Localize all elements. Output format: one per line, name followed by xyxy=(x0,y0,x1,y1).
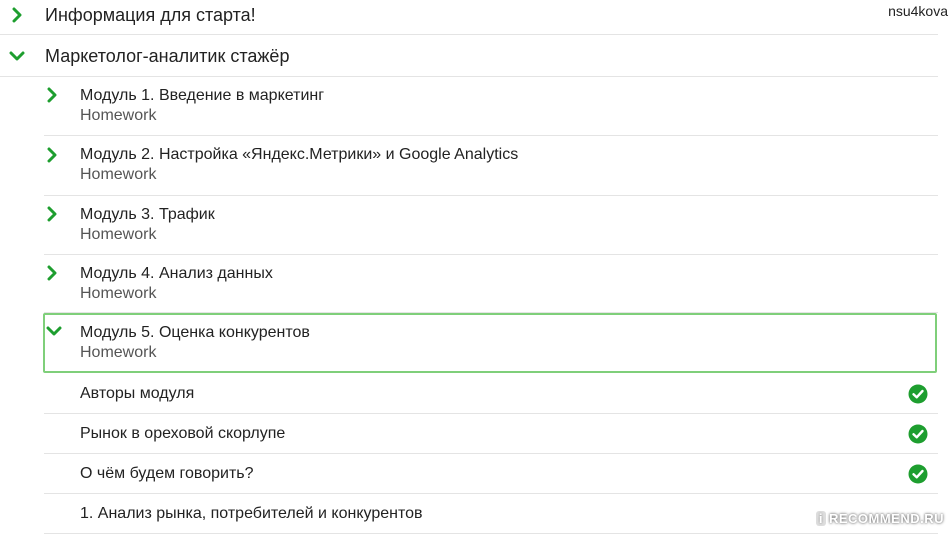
section-row-marketing-analyst[interactable]: Маркетолог-аналитик стажёр xyxy=(0,35,938,77)
module-subtitle: Homework xyxy=(80,285,157,302)
watermark-badge: i xyxy=(815,511,826,526)
lesson-row[interactable]: Авторы модуля xyxy=(44,374,938,414)
module-row-2[interactable]: Модуль 2. Настройка «Яндекс.Метрики» и G… xyxy=(44,136,938,196)
lesson-row[interactable]: 1. Анализ рынка, потребителей и конкурен… xyxy=(44,494,938,534)
module-title: Модуль 5. Оценка конкурентов xyxy=(80,324,310,341)
module-row-1[interactable]: Модуль 1. Введение в маркетинг Homework xyxy=(44,77,938,136)
chevron-down-icon xyxy=(9,48,25,64)
section-title: Информация для старта! xyxy=(45,5,256,25)
module-subtitle: Homework xyxy=(80,166,157,183)
lesson-row[interactable]: О чём будем говорить? xyxy=(44,454,938,494)
section-row-start-info[interactable]: Информация для старта! xyxy=(0,0,938,35)
module-row-3[interactable]: Модуль 3. Трафик Homework xyxy=(44,196,938,255)
module-title: Модуль 3. Трафик xyxy=(80,206,215,223)
module-subtitle: Homework xyxy=(80,226,157,243)
module-subtitle: Homework xyxy=(80,344,157,361)
lesson-row[interactable]: Рынок в ореховой скорлупе xyxy=(44,414,938,454)
watermark: i RECOMMEND.RU xyxy=(815,511,944,526)
lesson-title: 1. Анализ рынка, потребителей и конкурен… xyxy=(80,505,423,522)
chevron-right-icon xyxy=(44,265,60,281)
module-title: Модуль 4. Анализ данных xyxy=(80,265,273,282)
module-title: Модуль 1. Введение в маркетинг xyxy=(80,87,325,104)
check-circle-icon xyxy=(908,424,928,444)
module-row-5[interactable]: Модуль 5. Оценка конкурентов Homework xyxy=(43,313,937,373)
module-row-4[interactable]: Модуль 4. Анализ данных Homework xyxy=(44,255,938,313)
chevron-right-icon xyxy=(9,7,25,23)
chevron-right-icon xyxy=(44,206,60,222)
chevron-right-icon xyxy=(44,147,60,163)
lesson-title: Авторы модуля xyxy=(80,385,195,402)
lesson-title: Рынок в ореховой скорлупе xyxy=(80,425,286,442)
lesson-title: О чём будем говорить? xyxy=(80,465,254,482)
course-page: nsu4kova Информация для старта! Маркетол… xyxy=(0,0,952,536)
check-circle-icon xyxy=(908,384,928,404)
chevron-down-icon xyxy=(46,323,62,339)
module-title: Модуль 2. Настройка «Яндекс.Метрики» и G… xyxy=(80,146,519,163)
check-circle-icon xyxy=(908,464,928,484)
chevron-right-icon xyxy=(44,87,60,103)
section-title: Маркетолог-аналитик стажёр xyxy=(45,46,290,66)
module-subtitle: Homework xyxy=(80,107,157,124)
watermark-text: RECOMMEND.RU xyxy=(828,511,944,526)
